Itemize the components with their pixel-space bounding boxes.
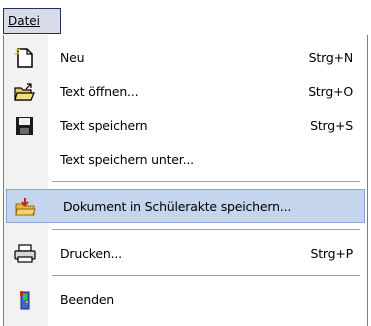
menu-item-open[interactable]: Text öffnen... Strg+O bbox=[4, 75, 367, 109]
open-folder-icon bbox=[14, 82, 36, 102]
menu-datei[interactable]: Datei bbox=[3, 8, 61, 34]
exit-icon bbox=[14, 290, 36, 310]
save-disk-icon bbox=[14, 116, 36, 136]
new-document-icon bbox=[14, 48, 36, 68]
datei-dropdown-menu: Neu Strg+N Text öffnen... Strg+O Text sp… bbox=[3, 35, 368, 326]
menu-item-shortcut: Strg+P bbox=[310, 246, 353, 261]
menu-item-label: Text öffnen... bbox=[60, 84, 139, 99]
menu-item-label: Neu bbox=[60, 50, 85, 65]
menu-item-shortcut: Strg+S bbox=[310, 118, 353, 133]
menu-item-exit[interactable]: Beenden bbox=[4, 283, 367, 317]
menu-bar: Datei bbox=[0, 0, 371, 38]
menu-item-label: Text speichern unter... bbox=[60, 152, 194, 167]
menu-item-shortcut: Strg+N bbox=[308, 50, 354, 65]
menu-item-label: Drucken... bbox=[60, 246, 122, 261]
menu-item-shortcut: Strg+O bbox=[308, 84, 353, 99]
menu-item-save-to-student-file[interactable]: Dokument in Schülerakte speichern... bbox=[6, 189, 365, 223]
menu-separator bbox=[52, 229, 360, 230]
student-file-save-icon bbox=[15, 197, 37, 217]
menu-item-new[interactable]: Neu Strg+N bbox=[4, 41, 367, 75]
menu-item-save-as[interactable]: Text speichern unter... bbox=[4, 143, 367, 177]
printer-icon bbox=[14, 244, 36, 264]
menu-item-save[interactable]: Text speichern Strg+S bbox=[4, 109, 367, 143]
menu-separator bbox=[52, 181, 360, 182]
menu-item-print[interactable]: Drucken... Strg+P bbox=[4, 237, 367, 271]
menu-separator bbox=[52, 275, 360, 276]
menu-item-label: Beenden bbox=[60, 292, 115, 307]
menu-item-label: Text speichern bbox=[60, 118, 148, 133]
menu-item-label: Dokument in Schülerakte speichern... bbox=[63, 199, 292, 214]
